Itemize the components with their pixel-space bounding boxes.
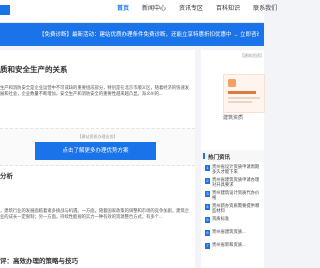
hot-news-link[interactable]: 贵州省新和资质... bbox=[212, 242, 262, 247]
card-caption: 建筑资质 bbox=[223, 115, 244, 121]
promo-label: 【建站资质办理业务】 bbox=[77, 134, 118, 139]
nav-item-news[interactable]: 新闻中心 bbox=[142, 3, 166, 12]
hot-news-item[interactable]: 6 贵州省建筑资质... bbox=[201, 229, 264, 242]
card-label: 【建筑资质】 bbox=[240, 53, 264, 58]
header-accent bbox=[203, 153, 205, 159]
hot-news-item[interactable]: 3 贵州建筑设计资质代办价格 bbox=[201, 190, 264, 203]
rank-badge: 1 bbox=[205, 165, 210, 171]
top-navigation: 首页 新闻中心 资讯专区 百科知识 联系我们 bbox=[0, 0, 277, 23]
rank-badge: 7 bbox=[205, 243, 210, 249]
thumb-bar bbox=[228, 91, 256, 94]
rank-badge: 5 bbox=[205, 217, 210, 223]
rank-badge: 6 bbox=[205, 230, 210, 236]
hot-news-list: 1 贵州省设计资质申请周期多久才能下来 2 贵州省建筑资质申请办理对开具要求 3 贵州… bbox=[201, 164, 264, 255]
hot-news-item[interactable]: 7 贵州省新和资质... bbox=[201, 242, 264, 255]
article-main: 质和安全生产的关系 生产和消防安全是企业运营中不可或缺的重要组成部分，特别是在北… bbox=[0, 50, 195, 268]
hot-news-link[interactable]: 贵州新办资质需要提供哪些材料 bbox=[212, 203, 262, 213]
nav-item-info[interactable]: 资讯专区 bbox=[179, 3, 203, 12]
section2-heading: 评：高效办理的策略与技巧 bbox=[0, 258, 78, 265]
hot-news-item[interactable]: 4 贵州新办资质需要提供哪些材料 bbox=[201, 203, 264, 216]
ad-thumbnail bbox=[223, 74, 265, 113]
building-icon bbox=[228, 79, 236, 87]
hot-news-header: 热门资讯 bbox=[201, 150, 264, 162]
thumb-line bbox=[228, 97, 260, 99]
main-nav: 首页 新闻中心 资讯专区 百科知识 联系我们 bbox=[117, 3, 290, 12]
promo-banner[interactable]: 【免费诊断】最新活动：建站优质办理条件免费诊断，还能立享特惠折扣优惠中 → 立即… bbox=[0, 23, 264, 46]
article-paragraph: 生产和消防安全是企业运营中不可或缺的重要组成部分，特别是在北京市顺义区，随着经济… bbox=[0, 85, 190, 96]
hot-news-item[interactable]: 1 贵州省设计资质申请周期多久才能下来 bbox=[201, 164, 264, 177]
promo-box: 【建站资质办理业务】 点击了解更多办理优势方案 bbox=[0, 128, 195, 166]
thumb-line bbox=[228, 101, 252, 103]
hot-news-link[interactable]: 贵州省设计资质申请周期多久才能下来 bbox=[212, 164, 262, 174]
section-heading: 分析 bbox=[0, 173, 13, 180]
rank-badge: 2 bbox=[205, 178, 210, 184]
rank-badge: 4 bbox=[205, 204, 210, 210]
banner-text: 【免费诊断】最新活动：建站优质办理条件免费诊断，还能立享特惠折扣优惠中 → 立即… bbox=[39, 32, 259, 38]
hot-news-link[interactable]: 资质标准 bbox=[212, 216, 262, 221]
hot-news-title: 热门资讯 bbox=[208, 155, 231, 161]
nav-item-contact[interactable]: 联系我们 bbox=[253, 3, 277, 12]
section-paragraph: ，建筑行业的发展面临着诸多挑战与机遇。一方面，随着国家政策的调整和市场的竞争加剧… bbox=[0, 208, 190, 219]
rank-badge: 3 bbox=[205, 191, 210, 197]
hot-news-item[interactable]: 5 资质标准 bbox=[201, 216, 264, 229]
article-title: 质和安全生产的关系 bbox=[0, 65, 68, 74]
nav-item-wiki[interactable]: 百科知识 bbox=[216, 3, 240, 12]
hot-news-item[interactable]: 2 贵州省建筑资质申请办理对开具要求 bbox=[201, 177, 264, 190]
nav-item-home[interactable]: 首页 bbox=[117, 3, 129, 12]
hot-news-link[interactable]: 贵州省建筑资质申请办理对开具要求 bbox=[212, 177, 262, 187]
hot-news-link[interactable]: 贵州建筑设计资质代办价格 bbox=[212, 190, 262, 200]
sidebar-ad-card[interactable]: 【建筑资质】 建筑资质 bbox=[201, 50, 265, 150]
promo-button[interactable]: 点击了解更多办理优势方案 bbox=[35, 142, 156, 160]
hot-news-link[interactable]: 贵州省建筑资质... bbox=[212, 229, 262, 234]
site-logo[interactable] bbox=[0, 5, 10, 15]
hot-news-panel: 热门资讯 1 贵州省设计资质申请周期多久才能下来 2 贵州省建筑资质申请办理对开具要… bbox=[201, 150, 264, 268]
